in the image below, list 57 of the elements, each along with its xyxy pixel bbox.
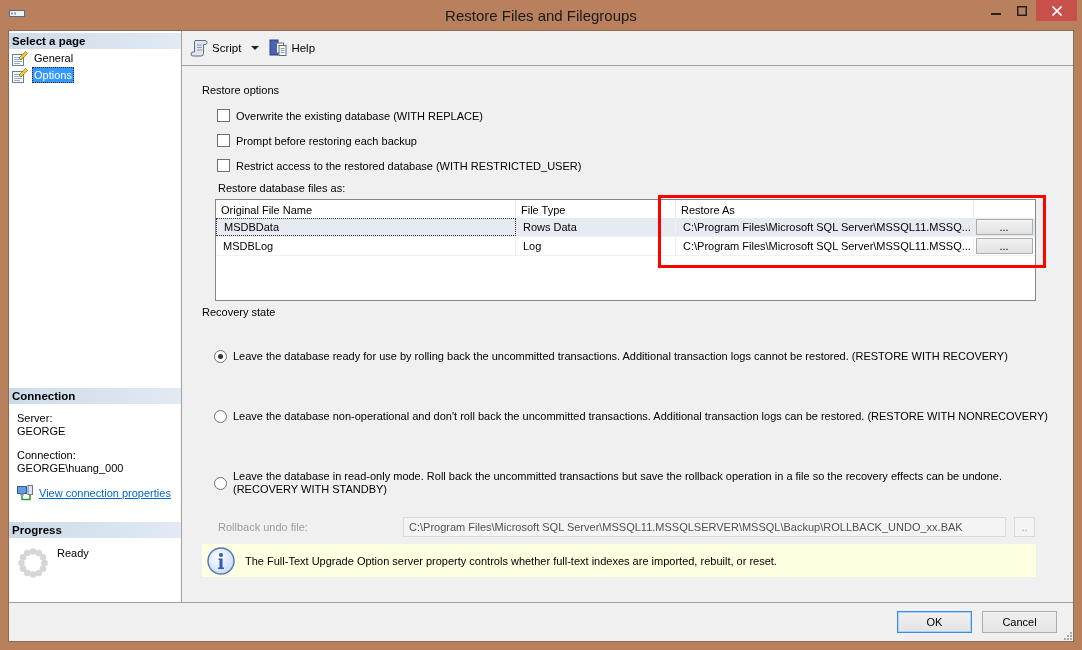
- maximize-icon: [1017, 5, 1027, 16]
- browse-button[interactable]: ...: [975, 219, 1033, 235]
- connection-value: GEORGE\huang_000: [17, 462, 125, 475]
- info-text: The Full-Text Upgrade Option server property controls whether full-text indexes are imported, rebuilt, or reset.: [245, 554, 777, 567]
- toolbar-button[interactable]: Script: [187, 36, 263, 60]
- table-cell: Rows Data: [516, 218, 676, 236]
- page-item[interactable]: General: [32, 49, 76, 66]
- section-header: Connection: [9, 388, 181, 404]
- radio-button[interactable]: [214, 476, 227, 490]
- section-header: Select a page: [9, 33, 181, 49]
- group-title: Recovery state: [202, 305, 276, 319]
- connection-label: Server:: [17, 412, 54, 425]
- radio-label[interactable]: Leave the database ready for use by rolling back the uncommitted transactions. Additional transaction logs cannot be restored. (RESTORE WITH RECOVERY): [233, 350, 1008, 363]
- close-icon: [1051, 5, 1062, 16]
- documents-icon: [269, 39, 288, 57]
- section-header: Progress: [9, 522, 181, 538]
- radio-button[interactable]: [214, 350, 227, 363]
- browse-button[interactable]: ...: [975, 238, 1033, 254]
- radio-label[interactable]: Leave the database in read-only mode. Roll back the uncommitted transactions but save the rollback operation in a file so the recovery effects can be undone. (RECOVERY WITH STANDBY): [233, 470, 1052, 496]
- page-pencil-icon: [12, 66, 28, 83]
- window-title: Restore Files and Filegroups: [445, 6, 637, 25]
- toolbar-button[interactable]: Help: [266, 36, 319, 60]
- checkbox[interactable]: [217, 159, 230, 172]
- table-row[interactable]: MSDBData Rows Data C:\Program Files\Microsoft SQL Server\MSSQL11.MSSQ... ...: [216, 218, 1035, 237]
- group-title: Restore options: [202, 83, 280, 97]
- page-pencil-icon: [12, 49, 28, 66]
- connection-label: Connection:: [17, 449, 77, 462]
- checkbox-label[interactable]: Restrict access to the restored database (WITH RESTRICTED_USER): [236, 159, 582, 172]
- field-label: Restore database files as:: [218, 181, 346, 195]
- table-cell: MSDBLog: [216, 237, 516, 255]
- radio-dot-icon: [218, 354, 223, 359]
- dialog-button[interactable]: OK: [897, 611, 972, 633]
- radio-button[interactable]: [214, 410, 227, 423]
- info-icon: [207, 546, 235, 575]
- scroll-icon: [190, 39, 208, 57]
- table-cell: Log: [516, 237, 676, 255]
- table-cell: C:\Program Files\Microsoft SQL Server\MSSQL11.MSSQ...: [676, 218, 974, 236]
- checkbox[interactable]: [217, 134, 230, 147]
- minimize-icon: [991, 12, 1001, 15]
- dialog-button[interactable]: Cancel: [982, 611, 1057, 633]
- progress-status: Ready: [57, 547, 89, 560]
- checkbox-label[interactable]: Prompt before restoring each backup: [236, 134, 417, 147]
- resize-grip-icon: [1064, 632, 1072, 640]
- checkbox-label[interactable]: Overwrite the existing database (WITH REPLACE): [236, 109, 483, 122]
- connection-value: GEORGE: [17, 425, 67, 438]
- table-cell: C:\Program Files\Microsoft SQL Server\MSSQL11.MSSQ...: [676, 237, 974, 255]
- caret-icon: [251, 46, 260, 50]
- close-button[interactable]: [1036, 0, 1077, 21]
- field-label: Rollback undo file:: [218, 521, 308, 533]
- connection-properties-link[interactable]: View connection properties: [39, 487, 171, 499]
- table-cell: MSDBData: [216, 218, 516, 236]
- app-icon: [9, 10, 25, 17]
- table-row[interactable]: MSDBLog Log C:\Program Files\Microsoft SQL Server\MSSQL11.MSSQ... ...: [216, 237, 1035, 256]
- network-computers-icon: [17, 485, 33, 501]
- checkbox[interactable]: [217, 109, 230, 122]
- spinner-icon: [18, 548, 48, 578]
- radio-label[interactable]: Leave the database non-operational and don't roll back the uncommitted transactions. Additional transaction logs can be restored. (RESTORE WITH NONRECOVERY): [233, 410, 1048, 423]
